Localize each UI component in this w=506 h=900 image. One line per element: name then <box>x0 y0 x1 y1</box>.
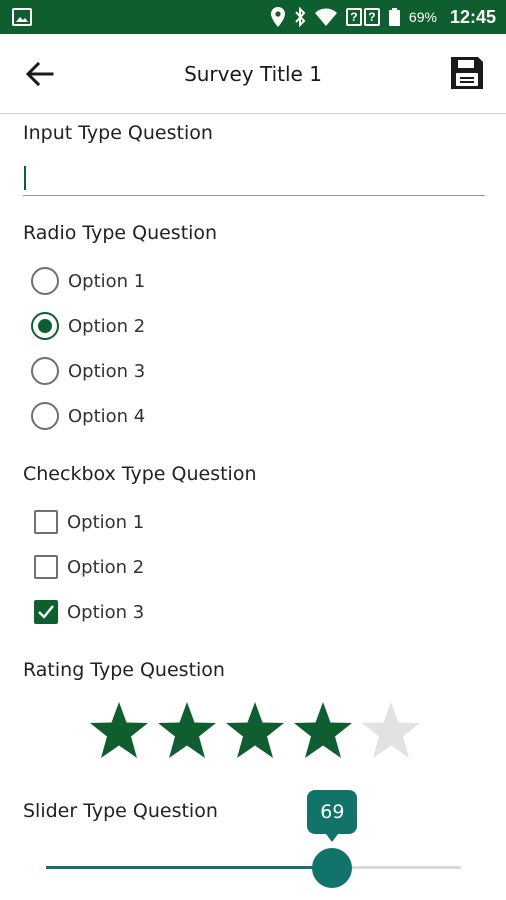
radio-button[interactable] <box>31 267 59 295</box>
star-rating <box>88 700 422 762</box>
radio-option-4[interactable]: Option 4 <box>31 401 145 431</box>
checkbox-option-1[interactable]: Option 1 <box>31 507 144 537</box>
option-label: Option 3 <box>68 360 146 382</box>
image-icon <box>12 8 32 26</box>
option-label: Option 3 <box>67 601 145 623</box>
slider-track[interactable] <box>46 866 461 869</box>
radio-question-title: Radio Type Question <box>23 222 218 244</box>
text-cursor <box>24 166 26 190</box>
option-label: Option 1 <box>67 511 145 533</box>
star-filled-icon[interactable] <box>156 700 218 762</box>
app-bar: Survey Title 1 <box>0 34 506 114</box>
battery-percent: 69% <box>408 9 437 25</box>
radio-option-1[interactable]: Option 1 <box>31 266 145 296</box>
star-filled-icon[interactable] <box>88 700 150 762</box>
option-label: Option 4 <box>68 405 146 427</box>
input-question-title: Input Type Question <box>23 122 213 144</box>
star-empty-icon[interactable] <box>360 700 422 762</box>
checkbox-checked[interactable] <box>34 600 58 624</box>
star-filled-icon[interactable] <box>224 700 286 762</box>
text-input[interactable] <box>23 160 485 196</box>
slider-fill <box>46 866 333 869</box>
status-bar: ? ? 69% 12:45 <box>0 0 506 34</box>
checkbox-question-title: Checkbox Type Question <box>23 463 257 485</box>
clock: 12:45 <box>449 6 496 27</box>
radio-option-3[interactable]: Option 3 <box>31 356 145 386</box>
radio-button[interactable] <box>31 402 59 430</box>
battery-icon <box>388 8 400 26</box>
unknown-sim-icon: ? ? <box>345 8 380 26</box>
slider-value-bubble: 69 <box>307 790 358 842</box>
checkbox[interactable] <box>34 510 58 534</box>
floppy-disk-icon <box>451 57 483 89</box>
star-filled-icon[interactable] <box>292 700 354 762</box>
input-underline <box>23 195 485 196</box>
slider-question-title: Slider Type Question <box>23 800 218 822</box>
location-icon <box>270 7 285 27</box>
option-label: Option 1 <box>68 270 146 292</box>
wifi-icon <box>314 8 337 26</box>
radio-option-2[interactable]: Option 2 <box>31 311 145 341</box>
checkmark-icon <box>38 605 54 619</box>
page-title: Survey Title 1 <box>184 62 322 86</box>
rating-question-title: Rating Type Question <box>23 659 225 681</box>
checkbox[interactable] <box>34 555 58 579</box>
checkbox-option-2[interactable]: Option 2 <box>31 552 144 582</box>
bluetooth-icon <box>294 7 306 27</box>
option-label: Option 2 <box>68 315 146 337</box>
checkbox-option-3[interactable]: Option 3 <box>31 597 144 627</box>
slider-thumb[interactable] <box>312 848 353 888</box>
option-label: Option 2 <box>67 556 145 578</box>
radio-button-selected[interactable] <box>31 312 59 340</box>
radio-button[interactable] <box>31 357 59 385</box>
save-button[interactable] <box>448 54 486 92</box>
